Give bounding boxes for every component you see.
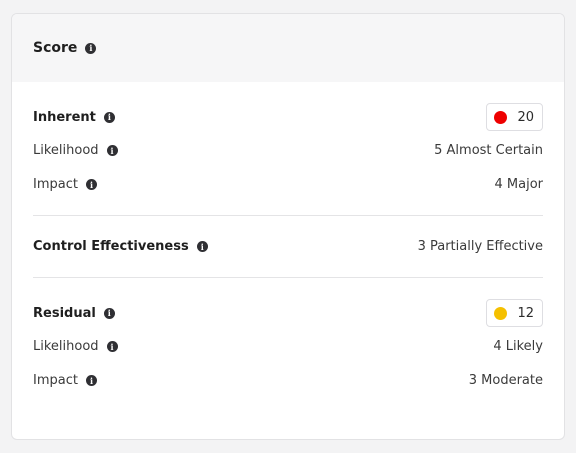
- card-header: Score i: [12, 14, 564, 82]
- inherent-likelihood-value: 5 Almost Certain: [434, 143, 543, 158]
- residual-impact-row: Impact i 3 Moderate: [33, 373, 543, 388]
- info-icon[interactable]: i: [103, 307, 115, 319]
- divider: [33, 215, 543, 216]
- control-effectiveness-row: Control Effectiveness i 3 Partially Effe…: [33, 239, 543, 254]
- inherent-label: Inherent: [33, 109, 96, 125]
- likelihood-label: Likelihood: [33, 339, 99, 354]
- residual-score: 12: [517, 305, 534, 321]
- status-dot-icon: [494, 306, 508, 320]
- impact-label: Impact: [33, 373, 78, 388]
- inherent-impact-row: Impact i 4 Major: [33, 177, 543, 192]
- card-body: Inherent i 20 Likelihood i 5 Almost Cert…: [12, 103, 564, 388]
- inherent-impact-value: 4 Major: [494, 177, 544, 192]
- residual-row: Residual i 12: [33, 299, 543, 327]
- residual-label: Residual: [33, 305, 96, 321]
- info-icon[interactable]: i: [196, 241, 208, 252]
- control-label-group: Control Effectiveness i: [33, 239, 208, 254]
- impact-label-group: Impact i: [33, 373, 97, 388]
- likelihood-label-group: Likelihood i: [33, 339, 118, 354]
- inherent-row: Inherent i 20: [33, 103, 543, 131]
- control-effectiveness-value: 3 Partially Effective: [417, 239, 543, 254]
- inherent-score-badge: 20: [486, 103, 543, 131]
- residual-likelihood-value: 4 Likely: [493, 339, 543, 354]
- info-icon[interactable]: i: [106, 341, 118, 352]
- likelihood-label-group: Likelihood i: [33, 143, 118, 158]
- divider: [33, 277, 543, 278]
- inherent-label-group: Inherent i: [33, 110, 115, 125]
- info-icon[interactable]: i: [85, 42, 97, 54]
- info-icon[interactable]: i: [85, 375, 97, 386]
- inherent-score: 20: [517, 109, 534, 125]
- impact-label-group: Impact i: [33, 177, 97, 192]
- residual-likelihood-row: Likelihood i 4 Likely: [33, 339, 543, 354]
- likelihood-label: Likelihood: [33, 143, 99, 158]
- inherent-likelihood-row: Likelihood i 5 Almost Certain: [33, 143, 543, 158]
- impact-label: Impact: [33, 177, 78, 192]
- status-dot-icon: [494, 110, 508, 124]
- residual-label-group: Residual i: [33, 306, 115, 321]
- residual-impact-value: 3 Moderate: [468, 373, 543, 388]
- residual-score-badge: 12: [486, 299, 543, 327]
- info-icon[interactable]: i: [106, 145, 118, 156]
- control-effectiveness-label: Control Effectiveness: [33, 239, 189, 254]
- card-title: Score: [33, 40, 78, 56]
- info-icon[interactable]: i: [103, 111, 115, 123]
- score-card: Score i Inherent i 20 Likelihood i 5 Alm…: [11, 13, 565, 440]
- info-icon[interactable]: i: [85, 179, 97, 190]
